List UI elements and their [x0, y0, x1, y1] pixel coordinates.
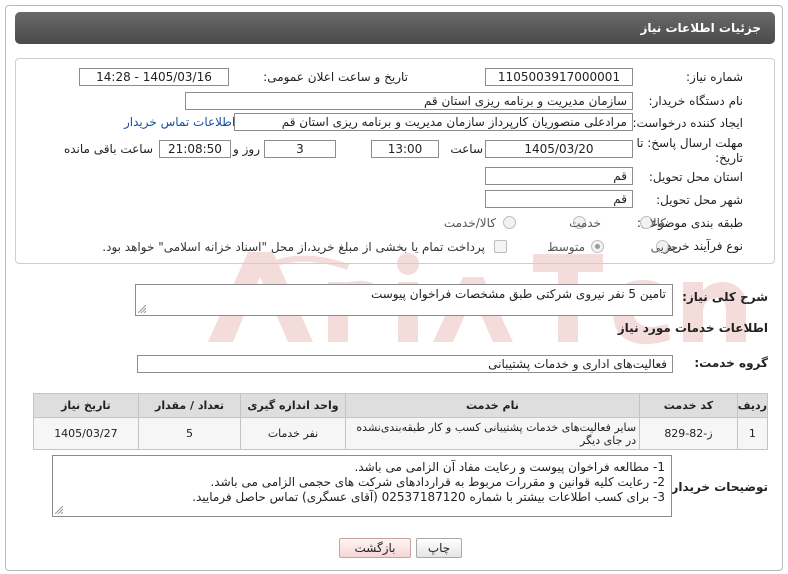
days-field: 3	[264, 140, 336, 158]
summary-textbox: تامین 5 نفر نیروی شرکتی طبق مشخصات فراخو…	[135, 284, 673, 316]
deadline-time-label: ساعت	[450, 142, 483, 156]
remaining-time-field: 21:08:50	[159, 140, 231, 158]
city-label: شهر محل تحویل:	[656, 193, 743, 207]
table-header-row: ردیف کد خدمت نام خدمت واحد اندازه گیری ت…	[33, 393, 769, 418]
category-option-service: خدمت	[569, 216, 601, 230]
page-header: جزئیات اطلاعات نیاز	[15, 12, 775, 44]
back-button[interactable]: بازگشت	[339, 538, 411, 558]
deadline-time-field: 13:00	[371, 140, 439, 158]
city-field: قم	[485, 190, 633, 208]
deadline-date-field: 1405/03/20	[485, 140, 633, 158]
buyer-notes-label: توضیحات خریدار:	[666, 480, 768, 494]
service-group-field: فعالیت‌های اداری و خدمات پشتیبانی	[137, 355, 673, 373]
buyer-notes-textbox: 1- مطالعه فراخوان پیوست و رعایت مفاد آن …	[52, 455, 672, 517]
cell-row: 1	[736, 417, 769, 450]
process-radio-medium[interactable]	[591, 240, 604, 253]
buyer-contact-link[interactable]: اطلاعات تماس خریدار	[124, 115, 235, 129]
buyer-org-field: سازمان مدیریت و برنامه ریزی استان قم	[185, 92, 633, 110]
requester-field: مرادعلی منصوریان کارپرداز سازمان مدیریت …	[234, 113, 633, 131]
col-name: نام خدمت	[344, 393, 641, 418]
buyer-note-line-1: 1- مطالعه فراخوان پیوست و رعایت مفاد آن …	[354, 460, 665, 474]
resize-grip-icon[interactable]	[55, 506, 63, 514]
province-label: استان محل تحویل:	[648, 170, 743, 184]
col-row: ردیف	[736, 393, 769, 418]
cell-unit: نفر خدمات	[240, 417, 346, 450]
deadline-label: مهلت ارسال پاسخ: تا تاریخ:	[636, 136, 743, 165]
services-section-title: اطلاعات خدمات مورد نیاز	[617, 321, 768, 335]
province-field: قم	[485, 167, 633, 185]
need-number-field: 1105003917000001	[485, 68, 633, 86]
service-group-label: گروه خدمت:	[694, 356, 768, 370]
buyer-org-label: نام دستگاه خریدار:	[648, 94, 744, 108]
treasury-checkbox[interactable]	[494, 240, 507, 253]
category-radio-goods-service[interactable]	[503, 216, 516, 229]
cell-date: 1405/03/27	[33, 417, 139, 450]
col-unit: واحد اندازه گیری	[240, 393, 346, 418]
category-option-goods: کالا	[649, 216, 666, 230]
col-code: کد خدمت	[639, 393, 738, 418]
col-date: تاریخ نیاز	[33, 393, 139, 418]
buyer-note-line-2: 2- رعایت کلیه قوانین و مقررات مربوط به ق…	[210, 475, 665, 489]
process-option-minor: جزیی	[650, 240, 678, 254]
payment-note: پرداخت تمام یا بخشی از مبلغ خرید،از محل …	[102, 240, 485, 254]
print-button[interactable]: چاپ	[416, 538, 462, 558]
summary-text: تامین 5 نفر نیروی شرکتی طبق مشخصات فراخو…	[370, 287, 666, 301]
announce-label: تاریخ و ساعت اعلان عمومی:	[263, 70, 408, 84]
category-option-goods-service: کالا/خدمت	[443, 216, 496, 230]
buyer-note-line-3: 3- برای کسب اطلاعات بیشتر با شماره 02537…	[192, 490, 665, 504]
cell-name: سایر فعالیت‌های خدمات پشتیبانی کسب و کار…	[344, 417, 641, 450]
process-option-medium: متوسط	[547, 240, 585, 254]
col-qty: تعداد / مقدار	[137, 393, 242, 418]
services-table: ردیف کد خدمت نام خدمت واحد اندازه گیری ت…	[33, 393, 769, 450]
table-row: 1 ز-82-829 سایر فعالیت‌های خدمات پشتیبان…	[33, 417, 769, 450]
need-number-label: شماره نیاز:	[686, 70, 743, 84]
summary-label: شرح کلی نیاز:	[682, 290, 768, 304]
announce-field: 1405/03/16 - 14:28	[79, 68, 229, 86]
resize-grip-icon[interactable]	[138, 305, 146, 313]
days-label: روز و	[233, 142, 260, 156]
cell-code: ز-82-829	[639, 417, 738, 450]
cell-qty: 5	[137, 417, 242, 450]
remaining-label: ساعت باقی مانده	[63, 142, 153, 156]
need-details-page: جزئیات اطلاعات نیاز شماره نیاز: 11050039…	[0, 0, 788, 574]
requester-label: ایجاد کننده درخواست:	[632, 116, 743, 130]
